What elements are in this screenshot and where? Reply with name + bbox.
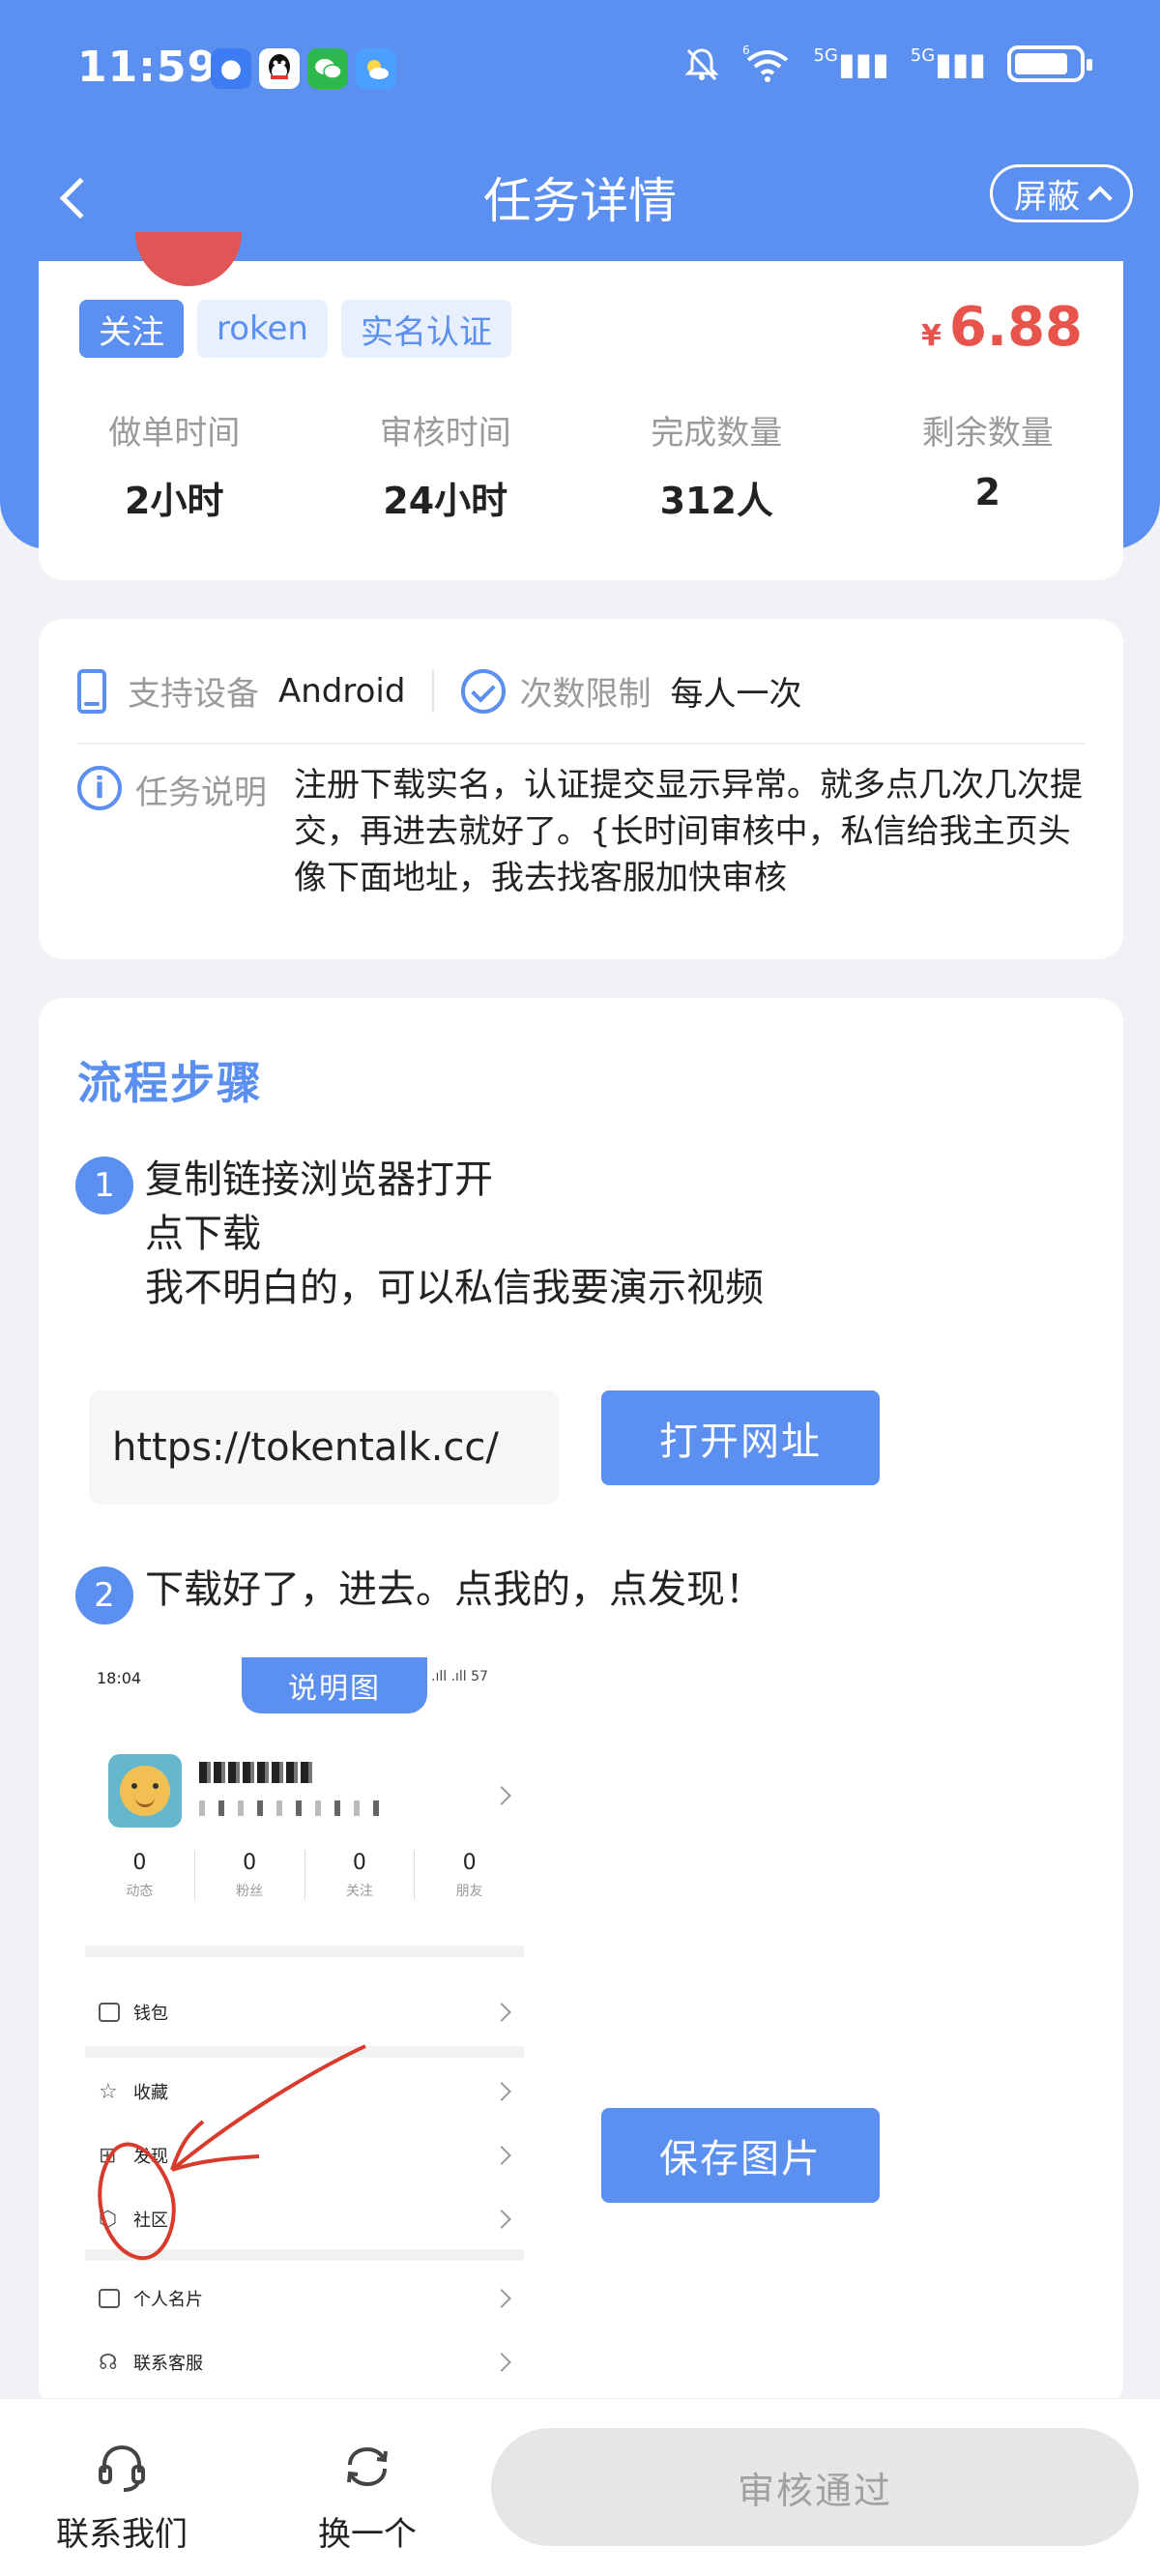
stat-label: 完成数量 <box>651 414 783 453</box>
step-1-line: 我不明白的，可以私信我要演示视频 <box>145 1266 764 1310</box>
headset-icon <box>99 2444 145 2492</box>
qq-notification-icon <box>259 48 300 89</box>
refresh-icon <box>347 2446 388 2487</box>
signal-5g-icon-2: 5G▮▮▮ <box>910 45 986 82</box>
step-1-line: 复制链接浏览器打开 <box>145 1157 493 1202</box>
step-1-line: 点下载 <box>145 1212 261 1256</box>
device-label: 支持设备 <box>128 675 259 714</box>
tag-list: 关注 roken 实名认证 <box>79 300 511 358</box>
task-summary-card: 关注 roken 实名认证 ¥ 6.88 做单时间 2小时 审核时间 24小时 … <box>39 232 1123 580</box>
username-tag: roken <box>197 300 328 358</box>
description-text: 注册下载实名，认证提交显示异常。就多点几次几次提交，再进去就好了。{长时间审核中… <box>294 766 1083 897</box>
notification-icons: ● <box>211 48 396 89</box>
stat-value: 312人 <box>659 480 773 522</box>
price-value: 6.88 <box>948 296 1083 359</box>
step-number: 1 <box>75 1156 133 1215</box>
stat-remaining: 剩余数量 2 <box>853 406 1124 524</box>
step-2-text: 下载好了，进去。点我的，点发现！ <box>145 1567 764 1612</box>
stat-label: 剩余数量 <box>921 414 1054 453</box>
wechat-notification-icon <box>307 48 348 89</box>
stat-work-time: 做单时间 2小时 <box>39 406 310 524</box>
currency-symbol: ¥ <box>920 319 942 353</box>
check-circle-icon <box>461 668 507 714</box>
status-bar: 11:59 ● 6 5G▮▮▮ 5G▮▮▮ <box>0 0 1160 145</box>
contact-us-label: 联系我们 <box>56 2515 188 2554</box>
approve-button[interactable]: 审核通过 <box>491 2428 1139 2546</box>
chevron-up-icon <box>1088 186 1113 211</box>
signal-5g-icon-1: 5G▮▮▮ <box>813 45 889 82</box>
stat-value: 24小时 <box>383 480 508 522</box>
weather-notification-icon <box>356 48 396 89</box>
contact-us-button[interactable]: 联系我们 <box>35 2438 209 2555</box>
divider <box>432 669 435 713</box>
instruction-image[interactable]: 18:04 .ıll .ıll 57 说明图 0 动态 0 粉丝 0 关注 0 朋友 钱… <box>75 1648 547 2392</box>
message-notification-icon: ● <box>211 48 251 89</box>
svg-text:6: 6 <box>742 44 750 57</box>
step-1-text: 复制链接浏览器打开 点下载 我不明白的，可以私信我要演示视频 <box>145 1153 764 1315</box>
reward-price: ¥ 6.88 <box>921 296 1083 359</box>
device-limit-row: 支持设备 Android 次数限制 每人一次 <box>77 667 801 715</box>
phone-icon <box>77 668 106 714</box>
description-row: i 任务说明 注册下载实名，认证提交显示异常。就多点几次几次提交，再进去就好了。… <box>77 762 1085 901</box>
url-field[interactable]: https://tokentalk.cc/ <box>89 1390 559 1505</box>
avatar[interactable] <box>135 232 242 286</box>
stat-review-time: 审核时间 24小时 <box>310 406 582 524</box>
switch-task-button[interactable]: 换一个 <box>280 2438 454 2555</box>
task-stats: 做单时间 2小时 审核时间 24小时 完成数量 312人 剩余数量 2 <box>39 406 1123 524</box>
switch-task-label: 换一个 <box>318 2515 417 2554</box>
follow-button[interactable]: 关注 <box>79 300 184 358</box>
verified-tag: 实名认证 <box>340 300 511 358</box>
mute-icon <box>683 48 719 81</box>
stat-label: 做单时间 <box>108 414 241 453</box>
steps-title: 流程步骤 <box>77 1057 263 1109</box>
system-icons: 6 5G▮▮▮ 5G▮▮▮ <box>682 44 1092 83</box>
description-label: 任务说明 <box>135 774 267 812</box>
info-icon: i <box>77 766 122 810</box>
red-annotation-arrow <box>98 2044 366 2261</box>
limit-label: 次数限制 <box>519 675 652 714</box>
save-image-button[interactable]: 保存图片 <box>601 2108 880 2203</box>
page-title: 任务详情 <box>483 173 677 229</box>
wifi-icon: 6 <box>742 44 788 82</box>
stat-value: 2小时 <box>125 480 224 522</box>
device-value: Android <box>278 671 406 711</box>
steps-card: 流程步骤 1 复制链接浏览器打开 点下载 我不明白的，可以私信我要演示视频 ht… <box>39 998 1123 2410</box>
limit-value: 每人一次 <box>670 675 802 714</box>
bottom-action-bar: 联系我们 换一个 审核通过 <box>0 2398 1160 2576</box>
open-url-button[interactable]: 打开网址 <box>601 1390 880 1485</box>
battery-icon <box>1007 45 1092 82</box>
shield-label: 屏蔽 <box>1014 177 1080 217</box>
task-info-card: 支持设备 Android 次数限制 每人一次 i 任务说明 注册下载实名，认证提… <box>39 619 1123 959</box>
stat-value: 2 <box>974 471 1000 513</box>
stat-completed: 完成数量 312人 <box>581 406 853 524</box>
status-time: 11:59 <box>77 43 218 92</box>
shield-button[interactable]: 屏蔽 <box>990 164 1133 222</box>
divider <box>77 743 1085 745</box>
stat-label: 审核时间 <box>379 414 511 453</box>
step-number: 2 <box>75 1566 133 1625</box>
